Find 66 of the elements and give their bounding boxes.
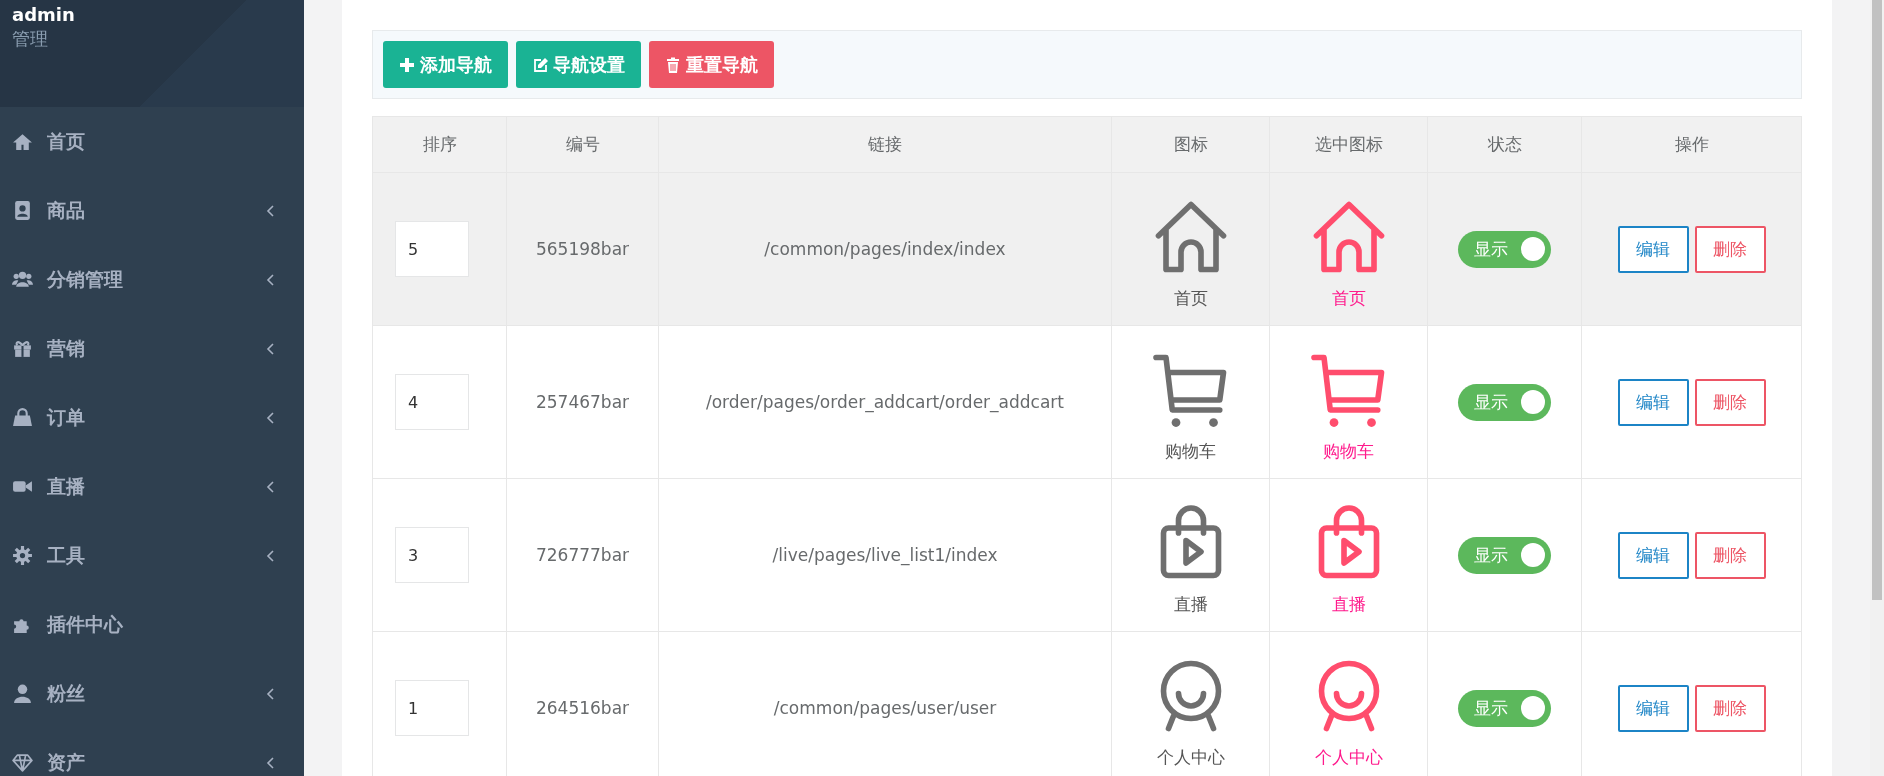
delete-button[interactable]: 删除 [1694, 684, 1766, 732]
edit-button[interactable]: 编辑 [1617, 531, 1689, 579]
sidebar-item[interactable]: 粉丝 [0, 659, 304, 728]
link-path: /order/pages/order_addcart/order_addcart [705, 392, 1065, 412]
user-icon [12, 683, 33, 704]
edit-icon [532, 56, 548, 73]
link-path: /live/pages/live_list1/index [772, 545, 998, 565]
nav-code: 565198bar [535, 239, 630, 259]
status-toggle[interactable]: 显示 [1458, 689, 1551, 727]
gear-icon [12, 545, 33, 566]
status-toggle[interactable]: 显示 [1458, 383, 1551, 421]
sidebar-item[interactable]: 资产 [0, 728, 304, 776]
icon-label: 首页 [1331, 286, 1366, 310]
nav-code: 257467bar [535, 392, 630, 412]
link-path: /common/pages/index/index [764, 239, 1006, 259]
column-header: 链接 [868, 133, 902, 156]
edit-button[interactable]: 编辑 [1617, 684, 1689, 732]
sidebar-item[interactable]: 分销管理 [0, 245, 304, 314]
bag-icon [12, 407, 33, 428]
plus-icon [399, 56, 415, 73]
link-path: /common/pages/user/user [773, 698, 997, 718]
users-icon [12, 269, 33, 290]
icon-label: 购物车 [1323, 439, 1374, 463]
delete-button[interactable]: 删除 [1694, 531, 1766, 579]
gift-icon [12, 338, 33, 359]
order-input[interactable]: 5 [395, 221, 469, 277]
order-input[interactable]: 3 [395, 527, 469, 583]
icon-label: 直播 [1331, 592, 1366, 616]
sidebar-item[interactable]: 营销 [0, 314, 304, 383]
column-header: 选中图标 [1314, 133, 1383, 156]
icon-label: 直播 [1173, 592, 1208, 616]
icon-label: 个人中心 [1156, 745, 1225, 769]
user-role: 管理 [12, 27, 48, 51]
status-toggle[interactable]: 显示 [1458, 536, 1551, 574]
nav-code: 264516bar [535, 698, 630, 718]
sidebar-item[interactable]: 订单 [0, 383, 304, 452]
trash-icon [665, 56, 681, 73]
edit-button[interactable]: 编辑 [1617, 378, 1689, 426]
column-header: 图标 [1173, 133, 1208, 156]
sidebar-item[interactable]: 直播 [0, 452, 304, 521]
delete-button[interactable]: 删除 [1694, 378, 1766, 426]
user-name: admin [12, 4, 75, 25]
delete-button[interactable]: 删除 [1694, 225, 1766, 273]
settings-button[interactable]: 导航设置 [516, 41, 641, 88]
icon-label: 首页 [1173, 286, 1208, 310]
sidebar-item[interactable]: 工具 [0, 521, 304, 590]
add-button[interactable]: 添加导航 [383, 41, 508, 88]
column-header: 操作 [1674, 133, 1709, 156]
order-input[interactable]: 4 [395, 374, 469, 430]
reset-button[interactable]: 重置导航 [649, 41, 774, 88]
status-toggle[interactable]: 显示 [1458, 230, 1551, 268]
edit-button[interactable]: 编辑 [1617, 225, 1689, 273]
icon-label: 购物车 [1165, 439, 1216, 463]
contact-icon [12, 200, 33, 221]
icon-label: 个人中心 [1314, 745, 1383, 769]
nav-code: 726777bar [535, 545, 630, 565]
order-input[interactable]: 1 [395, 680, 469, 736]
column-header: 排序 [422, 133, 457, 156]
home-icon [12, 131, 33, 152]
column-header: 编号 [565, 133, 600, 156]
scrollbar-thumb[interactable] [1872, 0, 1882, 600]
sidebar-item[interactable]: 首页 [0, 107, 304, 176]
sidebar-item[interactable]: 插件中心 [0, 590, 304, 659]
diamond-icon [12, 752, 33, 773]
sidebar-item[interactable]: 商品 [0, 176, 304, 245]
column-header: 状态 [1487, 133, 1522, 156]
